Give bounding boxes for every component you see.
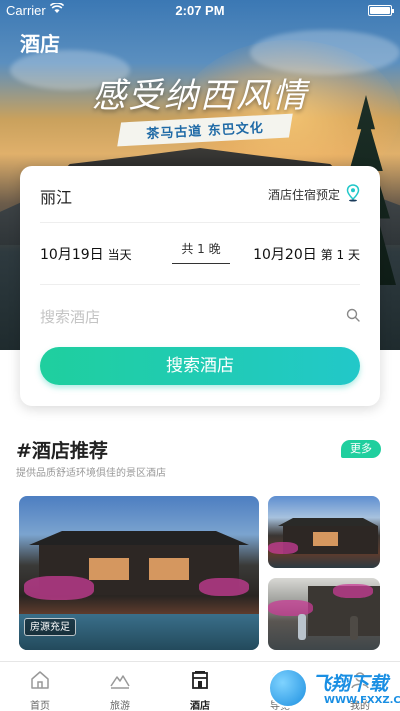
section-subtitle: 提供品质舒适环境俱佳的景区酒店 (16, 468, 166, 479)
roof-shape (29, 531, 249, 545)
search-placeholder: 搜索酒店 (40, 308, 101, 326)
hotel-photo-3[interactable] (268, 578, 380, 650)
page-title: 酒店 (20, 32, 60, 56)
banner-slogan: 感受纳西风情 (92, 76, 308, 116)
flower-garland (268, 600, 313, 616)
lit-window (313, 532, 338, 546)
watermark-text: 飞翔下载 (312, 673, 389, 695)
stay-type-label: 酒店住宿预定 (267, 188, 340, 202)
roof-shape (278, 518, 378, 526)
clock: 2:07 PM (175, 3, 225, 18)
check-in-label: 当天 (107, 248, 132, 262)
watermark-logo-icon (268, 668, 308, 708)
section-title: #酒店推荐 (16, 440, 108, 462)
more-button[interactable]: 更多 (341, 440, 381, 458)
tab-home[interactable]: 首页 (0, 662, 80, 711)
site-watermark: 飞翔下载 WWW.FXXZ.COM (264, 664, 400, 711)
flower-garland (333, 584, 373, 598)
tab-travel[interactable]: 旅游 (80, 662, 160, 711)
date-selector[interactable]: 10月19日 当天 共 1 晚 10月20日第 1 天 (40, 238, 360, 270)
hotel-icon (192, 671, 208, 689)
search-icon[interactable] (346, 308, 360, 322)
city-selector[interactable]: 丽江 酒店住宿预定 (40, 180, 360, 212)
flower-garland (199, 578, 249, 596)
person-figure (298, 614, 306, 640)
lit-window (149, 558, 189, 580)
divider (40, 222, 360, 223)
search-hotel-button[interactable]: 搜索酒店 (40, 347, 360, 385)
lit-window (89, 558, 129, 580)
divider (40, 284, 360, 285)
hotel-photo-2[interactable] (268, 496, 380, 568)
status-bar: Carrier 2:07 PM (0, 0, 400, 22)
check-in-date[interactable]: 10月19日 当天 (40, 244, 132, 264)
check-out-label: 第 1 天 (320, 248, 360, 262)
battery-icon (368, 5, 394, 16)
tab-hotel-label: 酒店 (190, 701, 210, 711)
availability-badge: 房源充足 (24, 618, 76, 636)
city-label: 丽江 (40, 188, 73, 207)
tab-travel-label: 旅游 (110, 701, 130, 711)
tab-home-label: 首页 (30, 701, 50, 711)
hotel-search-card: 丽江 酒店住宿预定 10月19日 当天 共 1 晚 10月20日第 1 天 搜索酒… (20, 166, 380, 406)
hotel-search-input[interactable]: 搜索酒店 (40, 304, 360, 330)
flower-garland (24, 576, 94, 600)
mountain-icon (110, 675, 130, 689)
home-icon (31, 671, 49, 689)
check-in-date-value: 10月19日 (40, 247, 104, 263)
person-figure (350, 616, 358, 640)
watermark-url: WWW.FXXZ.COM (324, 695, 400, 706)
check-out-date-value: 10月20日 (253, 247, 317, 263)
location-pin-icon[interactable] (346, 184, 360, 202)
nights-count: 共 1 晚 (172, 240, 230, 264)
flower-garland (268, 542, 298, 554)
check-out-date[interactable]: 10月20日第 1 天 (253, 244, 360, 264)
tab-hotel[interactable]: 酒店 (160, 662, 240, 711)
